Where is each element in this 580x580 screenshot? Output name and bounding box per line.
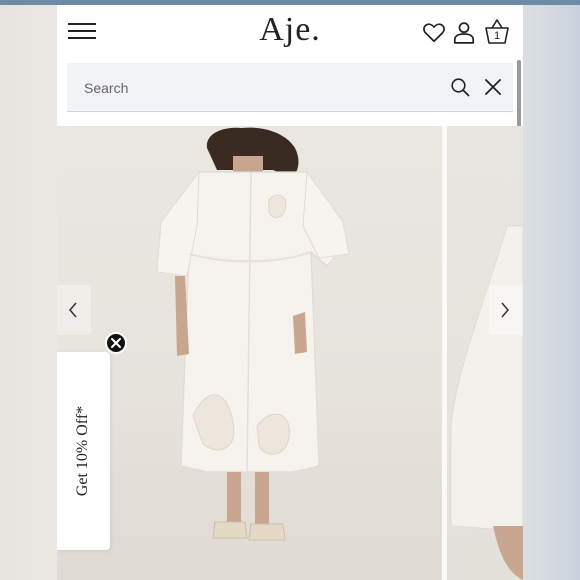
search-icon[interactable] (450, 77, 470, 97)
discount-promo-tab[interactable]: Get 10% Off* (57, 352, 110, 550)
close-x-icon (111, 338, 121, 348)
promo-close-button[interactable] (105, 332, 127, 354)
gallery-next-button[interactable] (489, 285, 523, 335)
search-input[interactable] (67, 63, 446, 113)
promo-label: Get 10% Off* (74, 405, 91, 497)
next-photo-dress-illustration (450, 225, 523, 580)
site-header: Aje. 1 (57, 5, 523, 57)
heart-icon[interactable] (421, 19, 447, 45)
chevron-left-icon (69, 302, 77, 318)
cart-count-badge: 1 (493, 30, 501, 42)
search-bar (67, 63, 513, 113)
chevron-right-icon (501, 302, 509, 318)
user-icon[interactable] (451, 19, 477, 45)
background-right (523, 5, 580, 580)
product-image-gallery[interactable] (57, 126, 523, 580)
cart-button[interactable]: 1 (484, 17, 510, 44)
mobile-viewport: Aje. 1 Search Get 10% Off* (57, 5, 523, 580)
gallery-prev-button[interactable] (57, 285, 91, 335)
background-left (0, 5, 57, 580)
close-icon[interactable] (483, 77, 503, 97)
product-photo-next (447, 126, 523, 580)
